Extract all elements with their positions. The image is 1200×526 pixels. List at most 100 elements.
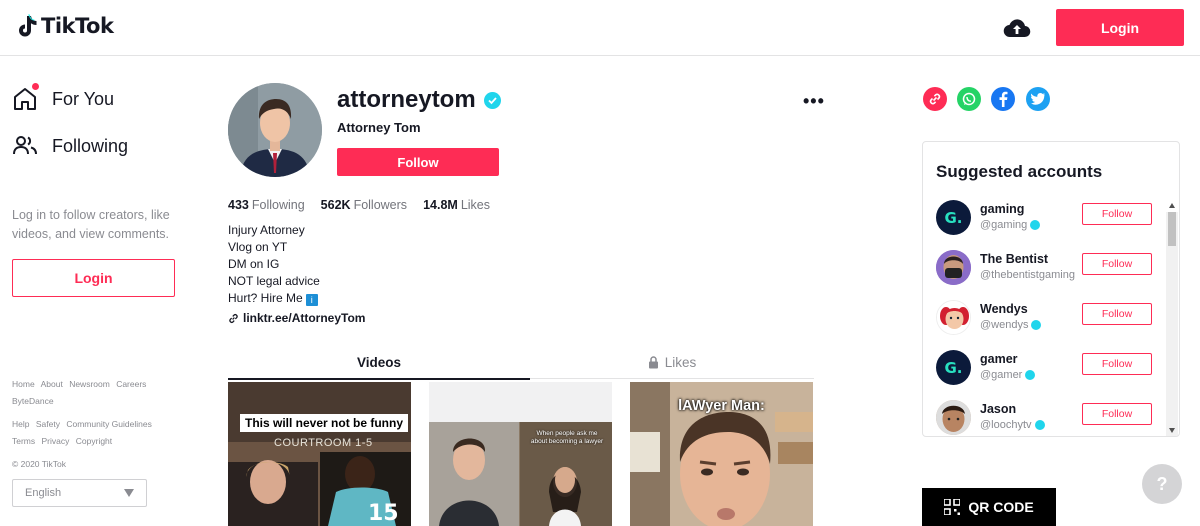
link-icon[interactable]: [923, 87, 947, 111]
video-thumbnail[interactable]: lAWyer Man:: [630, 382, 813, 526]
nav-following[interactable]: Following: [12, 133, 128, 159]
profile-bio: Injury Attorney Vlog on YT DM on IG NOT …: [228, 222, 320, 307]
avatar: [936, 300, 971, 335]
top-bar: TikTok Login: [0, 0, 1200, 56]
footer-link[interactable]: Home: [12, 379, 35, 389]
account-name: Jason: [980, 402, 1017, 416]
account-handle: @wendys: [980, 319, 1042, 331]
profile-display-name: Attorney Tom: [337, 120, 421, 135]
bio-line-last: Hurt? Hire Me i: [228, 290, 320, 307]
suggested-accounts-panel: Suggested accounts G. gaming @gaming Fol…: [922, 141, 1180, 437]
language-value: English: [25, 487, 62, 499]
svg-text:15: 15: [368, 501, 399, 526]
footer-link[interactable]: Privacy: [42, 436, 70, 446]
footer-link[interactable]: Help: [12, 419, 29, 429]
verified-icon: [1034, 420, 1045, 430]
more-options-icon[interactable]: •••: [803, 91, 825, 112]
follow-button[interactable]: Follow: [337, 148, 499, 176]
bio-line: NOT legal advice: [228, 274, 320, 288]
tab-likes-label: Likes: [664, 355, 697, 370]
qr-code-button[interactable]: QR CODE: [922, 488, 1056, 526]
avatar: G.: [936, 350, 971, 385]
footer-link[interactable]: ByteDance: [12, 396, 54, 406]
suggested-title: Suggested accounts: [936, 162, 1103, 181]
avatar: G.: [936, 200, 971, 235]
verified-icon: [1031, 320, 1042, 330]
suggested-account[interactable]: G. gamer @gamer Follow: [936, 350, 1171, 390]
video-thumbnail[interactable]: 15 This will never not be funny COURTROO…: [228, 382, 411, 526]
login-button[interactable]: Login: [1056, 9, 1184, 46]
copyright: © 2020 TikTok: [12, 459, 66, 469]
suggested-account[interactable]: G. gaming @gaming Follow: [936, 200, 1171, 240]
account-handle: @thebentistgaming: [980, 269, 1075, 281]
bio-line: DM on IG: [228, 257, 280, 271]
footer-link[interactable]: Community Guidelines: [66, 419, 152, 429]
nav-following-label: Following: [52, 135, 129, 156]
scroll-thumb[interactable]: [1168, 212, 1176, 246]
account-handle: @gamer: [980, 369, 1036, 381]
tab-videos[interactable]: Videos: [228, 355, 530, 380]
help-button[interactable]: ?: [1142, 464, 1182, 504]
avatar: [936, 400, 971, 435]
suggested-account[interactable]: Jason @loochytv Follow: [936, 400, 1171, 436]
verified-icon: [483, 91, 501, 109]
username-text: attorneytom: [337, 86, 476, 113]
follow-account-button[interactable]: Follow: [1082, 203, 1152, 225]
footer-links-row1: Home About Newsroom Careers ByteDance: [12, 376, 182, 410]
notification-dot: [32, 83, 39, 90]
follow-account-button[interactable]: Follow: [1082, 303, 1152, 325]
video-caption: This will never not be funny: [240, 414, 409, 432]
account-name: gaming: [980, 202, 1025, 216]
video-caption: lAWyer Man:: [678, 398, 765, 414]
stat-likes: 14.8M Likes: [423, 198, 490, 212]
users-icon: [13, 136, 37, 155]
nav-for-you[interactable]: For You: [12, 83, 115, 112]
scroll-up-icon[interactable]: [1169, 203, 1175, 208]
stat-followers: 562K Followers: [320, 198, 408, 212]
follow-account-button[interactable]: Follow: [1082, 353, 1152, 375]
account-name: gamer: [980, 352, 1018, 366]
suggested-account[interactable]: Wendys @wendys Follow: [936, 300, 1171, 340]
video-overlay-text: COURTROOM 1-5: [274, 437, 373, 449]
verified-icon: [1030, 220, 1041, 230]
profile-link-text: linktr.ee/AttorneyTom: [243, 311, 366, 325]
home-icon: [12, 83, 39, 112]
bio-line: Injury Attorney: [228, 223, 305, 237]
facebook-icon[interactable]: [991, 87, 1015, 111]
qr-code-icon: [944, 499, 961, 515]
chevron-down-icon: [124, 489, 134, 497]
footer-link[interactable]: Copyright: [76, 436, 112, 446]
follow-account-button[interactable]: Follow: [1082, 253, 1152, 275]
upload-cloud-icon[interactable]: [1003, 17, 1031, 39]
sidebar-login-button[interactable]: Login: [12, 259, 175, 297]
language-select[interactable]: English: [12, 479, 147, 507]
footer-link[interactable]: Newsroom: [69, 379, 110, 389]
tiktok-logo[interactable]: TikTok: [16, 14, 114, 38]
info-icon: i: [305, 294, 318, 306]
video-thumbnail[interactable]: When people ask me about becoming a lawy…: [429, 382, 612, 526]
logo-text: TikTok: [41, 14, 114, 38]
scroll-down-icon[interactable]: [1169, 428, 1175, 433]
follow-account-button[interactable]: Follow: [1082, 403, 1152, 425]
footer-link[interactable]: About: [41, 379, 63, 389]
footer-links-row2: Help Safety Community Guidelines Terms P…: [12, 416, 182, 450]
bio-line: Vlog on YT: [228, 240, 288, 254]
account-name: Wendys: [980, 302, 1028, 316]
suggested-scrollbar[interactable]: [1166, 203, 1178, 436]
suggested-account[interactable]: The Bentist @thebentistgaming Follow: [936, 250, 1171, 290]
footer-link[interactable]: Careers: [116, 379, 146, 389]
lock-icon: [648, 356, 658, 369]
profile-link[interactable]: linktr.ee/AttorneyTom: [228, 311, 365, 325]
footer-link[interactable]: Terms: [12, 436, 35, 446]
whatsapp-icon[interactable]: [957, 87, 981, 111]
profile-username: attorneytom: [337, 86, 501, 114]
account-handle: @gaming: [980, 219, 1041, 231]
nav-for-you-label: For You: [52, 88, 115, 109]
account-name: The Bentist: [980, 252, 1049, 266]
stat-following: 433 Following: [228, 198, 305, 212]
footer-link[interactable]: Safety: [36, 419, 60, 429]
twitter-icon[interactable]: [1026, 87, 1050, 111]
account-handle: @loochytv: [980, 419, 1045, 431]
tab-likes[interactable]: Likes: [530, 355, 814, 379]
verified-icon: [1025, 370, 1036, 380]
